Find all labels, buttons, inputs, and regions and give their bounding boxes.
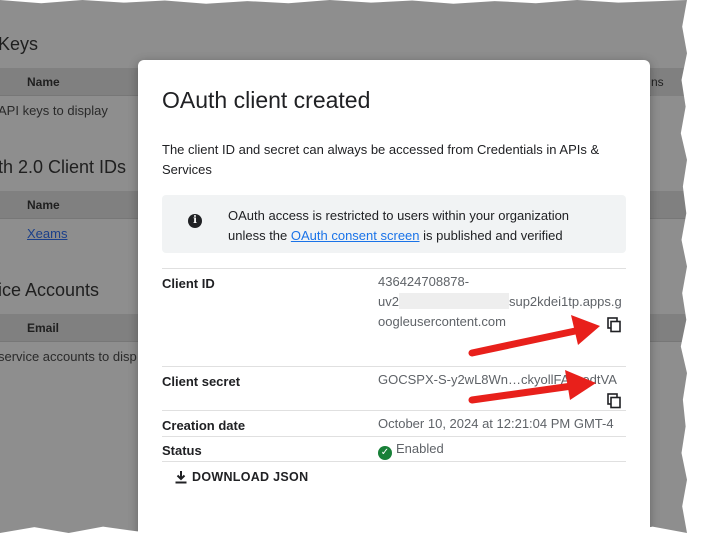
- oauth-client-link[interactable]: Xeams: [27, 226, 67, 241]
- service-accounts-section-title: ice Accounts: [0, 280, 100, 300]
- restriction-notice: i OAuth access is restricted to users wi…: [162, 195, 626, 253]
- client-id-value[interactable]: 436424708878- uv2 sup2kdei1tp.apps.g oogl…: [378, 272, 622, 332]
- download-icon: [175, 471, 187, 484]
- redaction-box: [398, 293, 509, 309]
- client-secret-label: Client secret: [162, 374, 241, 389]
- api-keys-right-column: ns: [651, 68, 687, 96]
- notice-text-line2: unless the: [228, 228, 291, 243]
- dialog-title: OAuth client created: [162, 87, 371, 113]
- creation-date-value: October 10, 2024 at 12:21:04 PM GMT-4: [378, 416, 614, 431]
- notice-text-line2-end: is published and verified: [419, 228, 563, 243]
- notice-text-line1: OAuth access is restricted to users with…: [228, 208, 570, 223]
- status-label: Status: [162, 443, 202, 458]
- dialog-description: The client ID and secret can always be a…: [162, 142, 600, 177]
- oauth-client-created-dialog: OAuth client created The client ID and s…: [138, 60, 650, 533]
- download-json-label: DOWNLOAD JSON: [192, 470, 309, 484]
- service-accounts-email-column: Email: [27, 321, 60, 335]
- copy-client-secret-icon[interactable]: [606, 393, 622, 409]
- api-keys-section-title: Keys: [0, 34, 39, 54]
- info-icon: i: [188, 214, 202, 228]
- api-keys-name-column: Name: [27, 75, 60, 89]
- client-id-label: Client ID: [162, 276, 215, 291]
- client-id-line1: 436424708878-: [378, 274, 470, 289]
- creation-date-label: Creation date: [162, 418, 246, 433]
- oauth-name-column: Name: [27, 198, 60, 212]
- status-text: Enabled: [396, 441, 444, 456]
- oauth-section-title: th 2.0 Client IDs: [0, 157, 127, 177]
- copy-client-id-icon[interactable]: [606, 317, 622, 333]
- client-secret-value[interactable]: GOCSPX-S-y2wL8Wn…ckyollFA…odtVA: [378, 370, 617, 390]
- notice-text: OAuth access is restricted to users with…: [228, 206, 569, 246]
- creation-date-row: Creation date October 10, 2024 at 12:21:…: [162, 410, 626, 436]
- client-id-line2: uv2 sup2kdei1tp.apps.g: [378, 293, 622, 309]
- client-id-row: Client ID 436424708878- uv2 sup2kdei1tp.a…: [162, 268, 626, 336]
- download-json-button[interactable]: DOWNLOAD JSON: [174, 470, 308, 490]
- client-secret-row: Client secret GOCSPX-S-y2wL8Wn…ckyollFA……: [162, 366, 626, 410]
- screenshot-frame: Keys Name ns API keys to display th 2.0 …: [0, 0, 687, 533]
- status-value: ✓ Enabled: [378, 439, 444, 460]
- client-id-line3: oogleusercontent.com: [378, 314, 506, 329]
- status-row: Status ✓ Enabled: [162, 436, 626, 462]
- check-circle-icon: ✓: [378, 446, 392, 460]
- oauth-consent-screen-link[interactable]: OAuth consent screen: [291, 228, 420, 243]
